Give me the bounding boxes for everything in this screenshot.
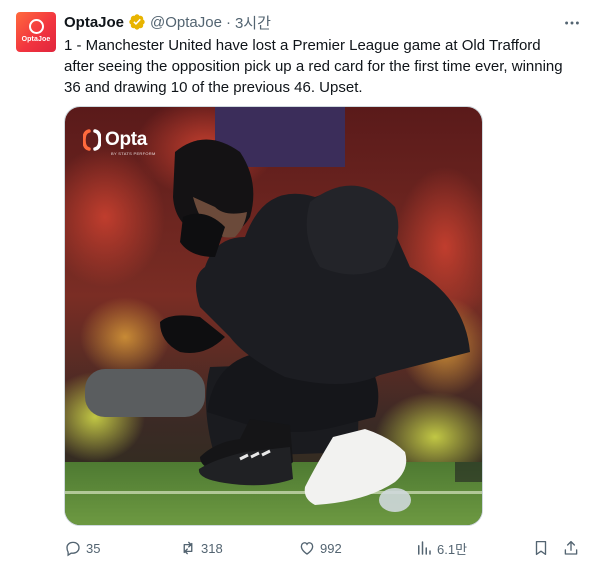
- tweet-header: OptaJoe @OptaJoe · 3시간: [64, 12, 271, 32]
- like-count: 992: [320, 540, 342, 556]
- tweet-text: 1 - Manchester United have lost a Premie…: [64, 37, 563, 96]
- author-name[interactable]: OptaJoe: [64, 14, 124, 31]
- views-button[interactable]: 6.1만: [415, 537, 467, 559]
- photo-illustration: [65, 107, 482, 525]
- opta-logo-icon: [28, 19, 44, 34]
- bookmark-button[interactable]: [532, 537, 550, 559]
- timestamp[interactable]: 3시간: [235, 12, 271, 33]
- reply-button[interactable]: 35: [64, 537, 100, 559]
- retweet-button[interactable]: 318: [179, 537, 223, 559]
- tweet-photo[interactable]: Opta BY STATS PERFORM: [64, 106, 483, 526]
- more-options-icon[interactable]: [562, 13, 582, 33]
- opta-watermark: Opta: [83, 129, 147, 151]
- verified-badge-icon[interactable]: [128, 13, 146, 31]
- avatar-label: OptaJoe: [21, 36, 51, 43]
- separator-dot: ·: [225, 13, 231, 31]
- action-bar: 35 318 992 6.1만: [64, 537, 584, 559]
- reply-count: 35: [86, 540, 101, 556]
- share-icon: [564, 540, 578, 555]
- author-handle[interactable]: @OptaJoe: [150, 14, 222, 31]
- opta-logo-icon: [83, 129, 101, 151]
- retweet-count: 318: [201, 540, 223, 556]
- views-count: 6.1만: [437, 541, 468, 557]
- views-bar-chart-icon: [418, 541, 431, 555]
- bookmark-icon: [535, 540, 547, 556]
- heart-icon: [300, 542, 314, 555]
- share-button[interactable]: [562, 537, 580, 559]
- opta-logo-text: Opta: [105, 129, 148, 150]
- avatar[interactable]: OptaJoe: [16, 12, 56, 52]
- retweet-icon: [183, 541, 193, 555]
- reply-icon: [66, 541, 80, 557]
- opta-logo-subtitle: BY STATS PERFORM: [111, 151, 156, 156]
- like-button[interactable]: 992: [298, 537, 342, 559]
